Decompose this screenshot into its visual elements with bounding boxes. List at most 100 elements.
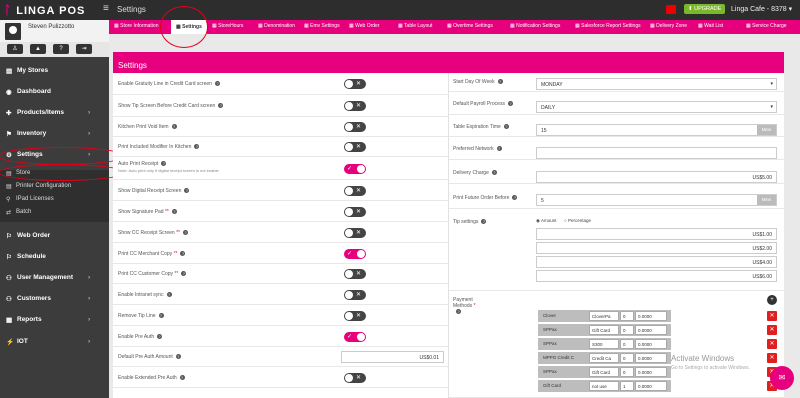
toggle-switch[interactable]: ✕ [344,290,366,300]
logout-icon[interactable]: ⇥ [76,44,92,54]
menu-toggle-icon[interactable]: ≡ [103,3,109,14]
toggle-switch[interactable]: ✕ [344,186,366,196]
tab-storehours[interactable]: ▦ StoreHours [212,23,243,29]
sidebar-subitem-batch[interactable]: ⇄ Batch [0,209,109,222]
tip-value-input[interactable]: US$2.00 [536,242,777,254]
payment-count-field[interactable]: 0 [620,325,634,335]
help-icon[interactable]: ? [175,354,181,360]
delete-payment-button[interactable]: ✕ [767,339,777,349]
network-input[interactable] [536,147,777,159]
tip-percentage-radio[interactable]: ○ Percentage [564,218,591,223]
help-icon[interactable]: ? [496,146,502,152]
tip-amount-radio[interactable]: ◉ Amount [536,218,556,224]
lock-icon[interactable]: ▲ [30,44,46,54]
toggle-switch[interactable]: ✕ [344,101,366,111]
payment-type-field[interactable]: Gift Card [589,325,619,335]
tab-notification-settings[interactable]: ▦ Notification Settings [510,23,560,29]
help-icon[interactable]: ? [161,161,167,167]
payment-type-field[interactable]: Gift Card [589,367,619,377]
linga-logo[interactable]: ᛚ LINGA POS [4,3,85,17]
toggle-switch[interactable]: ✓ [344,164,366,174]
help-icon[interactable]: ? [218,103,224,109]
sidebar-subitem-printer-configuration[interactable]: ▤ Printer Configuration [0,183,109,196]
pre-auth-amount-input[interactable]: US$0.01 [341,351,444,363]
tip-value-input[interactable]: US$1.00 [536,228,777,240]
toggle-switch[interactable]: ✕ [344,207,366,217]
payment-fee-field[interactable]: 0.0000 [635,367,667,377]
tab-table-layout[interactable]: ▦ Table Layout [398,23,432,29]
payment-fee-field[interactable]: 0.0000 [635,325,667,335]
help-icon[interactable]: ? [194,144,200,150]
toggle-switch[interactable]: ✕ [344,122,366,132]
sidebar-subitem-ipad-licenses[interactable]: ⚲ IPad Licenses [0,196,109,209]
help-icon[interactable]: ? [503,124,509,130]
toggle-switch[interactable]: ✕ [344,228,366,238]
help-icon[interactable]: ? [53,44,69,54]
delete-payment-button[interactable]: ✕ [767,325,777,335]
payment-count-field[interactable]: 0 [620,339,634,349]
tip-value-input[interactable]: US$6.00 [536,270,777,282]
payment-fee-field[interactable]: 0.0000 [635,381,667,391]
payment-count-field[interactable]: 0 [620,353,634,363]
help-icon[interactable]: ? [180,251,186,257]
store-selector[interactable]: Linga Cafe - 8378 ▾ [731,5,792,13]
tab-service-charge[interactable]: ▦ Service Charge [746,23,787,29]
table-exp-input[interactable]: 15 Mins [536,124,777,136]
help-icon[interactable]: ? [456,309,461,315]
future-order-input[interactable]: 5 Mins [536,194,777,206]
tab-emv-settings[interactable]: ▦ Emv Settings [304,23,340,29]
payroll-select[interactable]: DAILY [536,101,777,113]
help-icon[interactable]: ? [491,170,497,176]
upgrade-button[interactable]: ⬆ UPGRADE [684,4,726,14]
payment-type-field[interactable]: CloverPa [589,311,619,321]
help-icon[interactable]: ? [497,79,503,85]
help-icon[interactable]: ? [158,313,164,319]
sidebar-item-user-management[interactable]: ⚇ User Management › [0,274,109,290]
toggle-switch[interactable]: ✕ [344,373,366,383]
help-icon[interactable]: ? [179,375,185,381]
profile-icon[interactable]: ♙ [7,44,23,54]
chat-button[interactable]: ✉ [770,366,794,390]
add-payment-button[interactable]: + [767,295,777,305]
tab-web-order[interactable]: ▦ Web Order [349,23,380,29]
tab-delivery-zone[interactable]: ▦ Delivery Zone [650,23,687,29]
sidebar-item-reports[interactable]: ▦ Reports › [0,316,109,332]
payment-type-field[interactable]: not use [589,381,619,391]
payment-count-field[interactable]: 0 [620,367,634,377]
notification-icon[interactable] [666,5,676,14]
payment-type-field[interactable]: Credit Ca [589,353,619,363]
sidebar-item-schedule[interactable]: ⚐ Schedule [0,253,109,269]
tab-denomination[interactable]: ▦ Denomination [258,23,295,29]
delivery-input[interactable]: US$5.00 [536,171,777,183]
start-day-select[interactable]: MONDAY [536,78,777,90]
toggle-switch[interactable]: ✕ [344,142,366,152]
help-icon[interactable]: ? [171,124,177,130]
tip-value-input[interactable]: US$4.00 [536,256,777,268]
toggle-switch[interactable]: ✓ [344,332,366,342]
tab-salesforce-report-settings[interactable]: ▦ Salesforce Report Settings [575,23,641,29]
payment-fee-field[interactable]: 0.0000 [635,353,667,363]
sidebar-item-customers[interactable]: ⚇ Customers › [0,295,109,311]
help-icon[interactable]: ? [184,188,190,194]
sidebar-item-dashboard[interactable]: ◉ Dashboard [0,88,109,104]
sidebar-item-iot[interactable]: ⚡ IOT › [0,338,109,354]
delete-payment-button[interactable]: ✕ [767,311,777,321]
help-icon[interactable]: ? [157,334,163,340]
payment-count-field[interactable]: 1 [620,381,634,391]
help-icon[interactable]: ? [507,101,513,107]
sidebar-item-products-items[interactable]: ✚ Products/Items › [0,109,109,125]
sidebar-item-web-order[interactable]: ⚐ Web Order [0,232,109,248]
help-icon[interactable]: ? [181,271,187,277]
sidebar-item-inventory[interactable]: ⚑ Inventory › [0,130,109,146]
payment-count-field[interactable]: 0 [620,311,634,321]
sidebar-item-my-stores[interactable]: ▤ My Stores [0,67,109,83]
toggle-switch[interactable]: ✓ [344,249,366,259]
help-icon[interactable]: ? [512,195,518,201]
payment-type-field[interactable]: S300 [589,339,619,349]
payment-fee-field[interactable]: 0.0000 [635,311,667,321]
help-icon[interactable]: ? [481,219,487,225]
tab-store-information[interactable]: ▦ Store Information [114,23,158,29]
tab-wait-list[interactable]: ▦ Wait List [698,23,723,29]
toggle-switch[interactable]: ✕ [344,269,366,279]
help-icon[interactable]: ? [183,230,188,236]
